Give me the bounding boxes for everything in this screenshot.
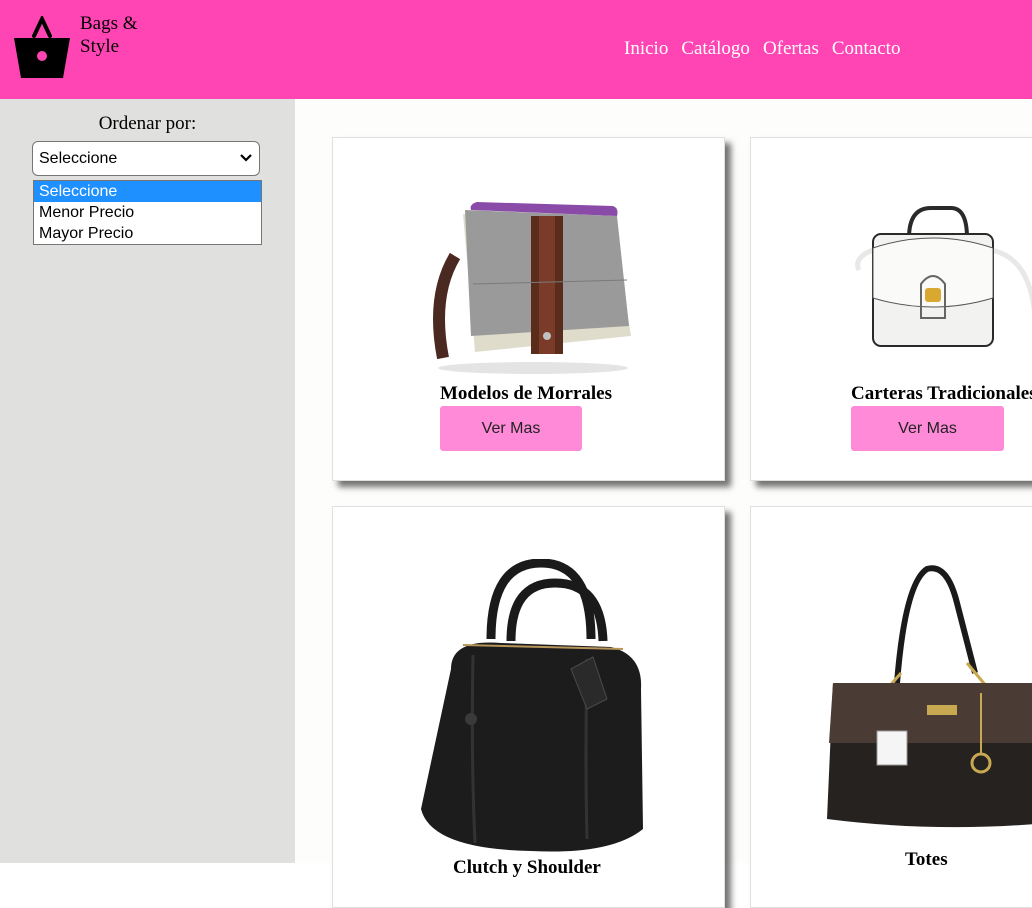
shopping-basket-icon[interactable] xyxy=(12,16,72,80)
product-card: Clutch y Shoulder xyxy=(332,506,725,908)
product-card: Totes xyxy=(750,506,1032,908)
nav-ofertas[interactable]: Ofertas xyxy=(763,38,819,60)
product-card: Modelos de Morrales Ver Mas xyxy=(332,137,725,481)
product-title: Modelos de Morrales xyxy=(440,383,613,404)
main-nav: Inicio Catálogo Ofertas Contacto xyxy=(624,38,900,60)
sort-option-mayor-precio[interactable]: Mayor Precio xyxy=(34,223,261,244)
sort-select[interactable]: Seleccione xyxy=(32,141,260,176)
black-tote-bag-image[interactable] xyxy=(827,563,1032,833)
product-card: Carteras Tradicionales Ver Mas xyxy=(750,137,1032,481)
white-handbag-image[interactable] xyxy=(851,198,1032,358)
product-grid: Modelos de Morrales Ver Mas Carteras Tra… xyxy=(295,99,1032,908)
brand-line-2: Style xyxy=(80,36,120,57)
sort-select-value: Seleccione xyxy=(39,150,118,167)
messenger-bag-image[interactable] xyxy=(413,176,643,386)
brand-line-1: Bags & xyxy=(80,13,138,34)
product-title: Carteras Tradicionales xyxy=(851,383,1032,404)
sort-option-menor-precio[interactable]: Menor Precio xyxy=(34,202,261,223)
sort-option-seleccione[interactable]: Seleccione xyxy=(34,181,261,202)
site-header: Bags & Style Inicio Catálogo Ofertas Con… xyxy=(0,0,1032,99)
product-title: Clutch y Shoulder xyxy=(453,857,601,878)
brand-name[interactable]: Bags & Style xyxy=(80,12,138,58)
ver-mas-button[interactable]: Ver Mas xyxy=(851,406,1004,451)
product-title: Totes xyxy=(905,849,948,870)
chevron-down-icon xyxy=(240,154,252,162)
nav-contacto[interactable]: Contacto xyxy=(832,38,901,60)
sort-label: Ordenar por: xyxy=(98,113,197,134)
nav-inicio[interactable]: Inicio xyxy=(624,38,668,60)
nav-catalogo[interactable]: Catálogo xyxy=(681,38,750,60)
sort-options-list: Seleccione Menor Precio Mayor Precio xyxy=(33,180,262,245)
ver-mas-button[interactable]: Ver Mas xyxy=(440,406,582,451)
black-bowling-bag-image[interactable] xyxy=(411,559,651,859)
